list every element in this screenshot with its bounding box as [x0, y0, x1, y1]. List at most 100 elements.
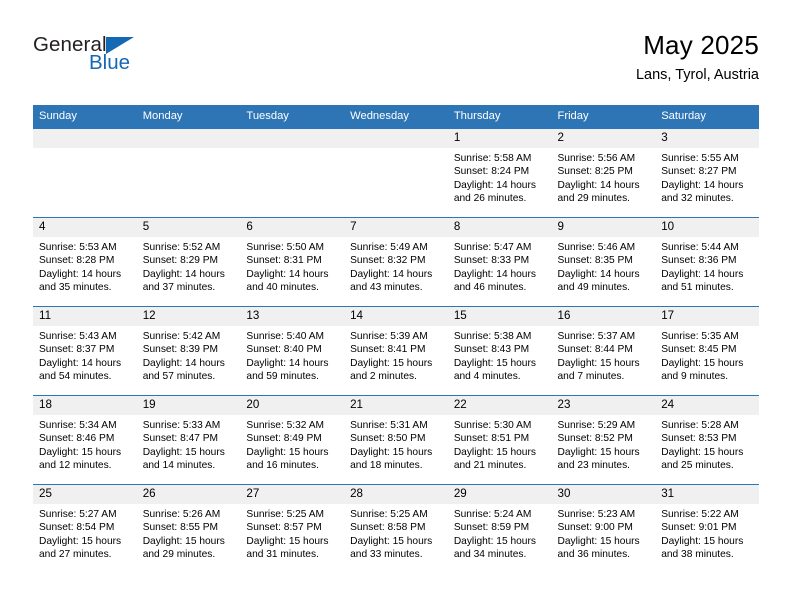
- day-number: [136, 129, 241, 148]
- daylight-text-line1: Daylight: 14 hours: [661, 179, 744, 191]
- daylight-text-line2: and 33 minutes.: [350, 549, 423, 561]
- calendar-day-cell[interactable]: 26 Sunrise: 5:26 AM Sunset: 8:55 PM Dayligh…: [136, 484, 241, 573]
- day-details: Sunrise: 5:40 AM Sunset: 8:40 PM Daylight:…: [240, 326, 344, 384]
- day-details: Sunrise: 5:52 AM Sunset: 8:29 PM Daylight:…: [137, 237, 241, 295]
- sunset-text: Sunset: 9:01 PM: [661, 522, 737, 534]
- calendar-day-cell-empty: [344, 128, 448, 218]
- calendar-day-cell[interactable]: 2 Sunrise: 5:56 AM Sunset: 8:25 PM Daylight…: [551, 128, 656, 218]
- daylight-text-line2: and 27 minutes.: [39, 549, 112, 561]
- daylight-text-line2: and 14 minutes.: [142, 460, 216, 472]
- sunrise-text: Sunrise: 5:58 AM: [453, 153, 532, 164]
- daylight-text-line1: Daylight: 14 hours: [142, 357, 225, 369]
- calendar-day-cell[interactable]: 23 Sunrise: 5:29 AM Sunset: 8:52 PM Dayligh…: [551, 395, 656, 485]
- calendar-day-cell-empty: [240, 128, 345, 218]
- calendar-week-row: 4 Sunrise: 5:53 AM Sunset: 8:28 PM Daylight…: [33, 217, 759, 307]
- calendar-day-cell[interactable]: 28 Sunrise: 5:25 AM Sunset: 8:58 PM Dayligh…: [344, 484, 448, 573]
- day-number: 24: [655, 396, 759, 415]
- sunrise-text: Sunrise: 5:40 AM: [246, 331, 324, 342]
- calendar-day-cell[interactable]: 12 Sunrise: 5:42 AM Sunset: 8:39 PM Dayligh…: [136, 306, 241, 396]
- daylight-text-line2: and 34 minutes.: [453, 549, 527, 561]
- calendar-day-cell[interactable]: 29 Sunrise: 5:24 AM Sunset: 8:59 PM Dayligh…: [447, 484, 552, 573]
- general-blue-logo[interactable]: General Blue: [33, 34, 233, 84]
- calendar-day-cell[interactable]: 27 Sunrise: 5:25 AM Sunset: 8:57 PM Dayligh…: [240, 484, 345, 573]
- calendar-day-cell[interactable]: 22 Sunrise: 5:30 AM Sunset: 8:51 PM Dayligh…: [447, 395, 552, 485]
- sunset-text: Sunset: 8:29 PM: [142, 255, 219, 267]
- sunset-text: Sunset: 8:43 PM: [453, 344, 530, 356]
- calendar-day-cell[interactable]: 14 Sunrise: 5:39 AM Sunset: 8:41 PM Dayligh…: [344, 306, 448, 396]
- calendar-day-cell[interactable]: 24 Sunrise: 5:28 AM Sunset: 8:53 PM Dayligh…: [655, 395, 759, 485]
- sunrise-text: Sunrise: 5:42 AM: [142, 331, 221, 342]
- calendar-day-cell[interactable]: 13 Sunrise: 5:40 AM Sunset: 8:40 PM Dayligh…: [240, 306, 345, 396]
- sunrise-text: Sunrise: 5:44 AM: [661, 242, 739, 253]
- day-details: Sunrise: 5:32 AM Sunset: 8:49 PM Daylight:…: [240, 415, 344, 473]
- daylight-text-line1: Daylight: 15 hours: [661, 357, 744, 369]
- day-number: 28: [344, 485, 448, 504]
- calendar-day-cell[interactable]: 10 Sunrise: 5:44 AM Sunset: 8:36 PM Dayligh…: [655, 217, 759, 307]
- calendar-day-cell[interactable]: 6 Sunrise: 5:50 AM Sunset: 8:31 PM Daylight…: [240, 217, 345, 307]
- daylight-text-line1: Daylight: 15 hours: [350, 446, 433, 458]
- title-block: May 2025 Lans, Tyrol, Austria: [636, 30, 759, 84]
- daylight-text-line1: Daylight: 15 hours: [661, 535, 744, 547]
- day-number: 21: [344, 396, 448, 415]
- day-number: 27: [240, 485, 345, 504]
- calendar-week-row: 1 Sunrise: 5:58 AM Sunset: 8:24 PM Daylight…: [33, 128, 759, 218]
- sunrise-text: Sunrise: 5:29 AM: [557, 420, 636, 431]
- daylight-text-line2: and 57 minutes.: [142, 371, 216, 383]
- daylight-text-line2: and 32 minutes.: [661, 193, 734, 205]
- sunset-text: Sunset: 8:31 PM: [246, 255, 322, 267]
- day-number: [33, 129, 137, 148]
- sunset-text: Sunset: 8:37 PM: [39, 344, 115, 356]
- calendar-day-cell[interactable]: 9 Sunrise: 5:46 AM Sunset: 8:35 PM Daylight…: [551, 217, 656, 307]
- calendar-day-cell[interactable]: 5 Sunrise: 5:52 AM Sunset: 8:29 PM Daylight…: [136, 217, 241, 307]
- day-number: 15: [447, 307, 552, 326]
- day-details: Sunrise: 5:44 AM Sunset: 8:36 PM Daylight:…: [655, 237, 759, 295]
- calendar-day-cell[interactable]: 21 Sunrise: 5:31 AM Sunset: 8:50 PM Dayligh…: [344, 395, 448, 485]
- calendar-day-cell[interactable]: 25 Sunrise: 5:27 AM Sunset: 8:54 PM Dayligh…: [33, 484, 137, 573]
- day-number: 30: [551, 485, 656, 504]
- calendar-day-cell[interactable]: 7 Sunrise: 5:49 AM Sunset: 8:32 PM Daylight…: [344, 217, 448, 307]
- daylight-text-line2: and 59 minutes.: [246, 371, 319, 383]
- daylight-text-line1: Daylight: 14 hours: [453, 268, 536, 280]
- daylight-text-line1: Daylight: 14 hours: [557, 179, 640, 191]
- calendar-day-cell-empty: [33, 128, 137, 218]
- day-number: 29: [447, 485, 552, 504]
- day-number: 5: [136, 218, 241, 237]
- calendar-day-cell[interactable]: 16 Sunrise: 5:37 AM Sunset: 8:44 PM Dayligh…: [551, 306, 656, 396]
- daylight-text-line1: Daylight: 15 hours: [246, 446, 329, 458]
- calendar-table: Sunday Monday Tuesday Wednesday Thursday…: [33, 105, 759, 573]
- sunset-text: Sunset: 8:47 PM: [142, 433, 219, 445]
- calendar-day-cell[interactable]: 18 Sunrise: 5:34 AM Sunset: 8:46 PM Dayligh…: [33, 395, 137, 485]
- calendar-day-cell[interactable]: 3 Sunrise: 5:55 AM Sunset: 8:27 PM Daylight…: [655, 128, 759, 218]
- calendar-day-cell[interactable]: 11 Sunrise: 5:43 AM Sunset: 8:37 PM Dayligh…: [33, 306, 137, 396]
- daylight-text-line2: and 7 minutes.: [557, 371, 625, 383]
- calendar-day-cell[interactable]: 30 Sunrise: 5:23 AM Sunset: 9:00 PM Dayligh…: [551, 484, 656, 573]
- day-details: Sunrise: 5:37 AM Sunset: 8:44 PM Daylight:…: [552, 326, 656, 384]
- day-number: 2: [551, 129, 656, 148]
- day-number: 1: [447, 129, 552, 148]
- day-number: 14: [344, 307, 448, 326]
- weekday-sunday: Sunday: [33, 105, 137, 129]
- calendar-day-cell[interactable]: 19 Sunrise: 5:33 AM Sunset: 8:47 PM Dayligh…: [136, 395, 241, 485]
- calendar-body: 1 Sunrise: 5:58 AM Sunset: 8:24 PM Daylight…: [33, 128, 759, 573]
- calendar-day-cell[interactable]: 31 Sunrise: 5:22 AM Sunset: 9:01 PM Dayligh…: [655, 484, 759, 573]
- daylight-text-line2: and 40 minutes.: [246, 282, 319, 294]
- sunrise-text: Sunrise: 5:35 AM: [661, 331, 739, 342]
- sunrise-text: Sunrise: 5:32 AM: [246, 420, 324, 431]
- calendar-day-cell[interactable]: 15 Sunrise: 5:38 AM Sunset: 8:43 PM Dayligh…: [447, 306, 552, 396]
- day-details: Sunrise: 5:31 AM Sunset: 8:50 PM Daylight:…: [344, 415, 448, 473]
- sunset-text: Sunset: 8:28 PM: [39, 255, 115, 267]
- calendar-day-cell[interactable]: 20 Sunrise: 5:32 AM Sunset: 8:49 PM Dayligh…: [240, 395, 345, 485]
- sunrise-text: Sunrise: 5:46 AM: [557, 242, 636, 253]
- day-number: 18: [33, 396, 137, 415]
- calendar-day-cell[interactable]: 1 Sunrise: 5:58 AM Sunset: 8:24 PM Daylight…: [447, 128, 552, 218]
- sunrise-text: Sunrise: 5:37 AM: [557, 331, 636, 342]
- calendar-day-cell[interactable]: 8 Sunrise: 5:47 AM Sunset: 8:33 PM Daylight…: [447, 217, 552, 307]
- day-number: 17: [655, 307, 759, 326]
- daylight-text-line2: and 49 minutes.: [557, 282, 631, 294]
- day-number: 9: [551, 218, 656, 237]
- calendar-day-cell[interactable]: 17 Sunrise: 5:35 AM Sunset: 8:45 PM Dayligh…: [655, 306, 759, 396]
- calendar-day-cell[interactable]: 4 Sunrise: 5:53 AM Sunset: 8:28 PM Daylight…: [33, 217, 137, 307]
- daylight-text-line1: Daylight: 14 hours: [246, 357, 329, 369]
- sunrise-text: Sunrise: 5:26 AM: [142, 509, 221, 520]
- calendar-week-row: 25 Sunrise: 5:27 AM Sunset: 8:54 PM Dayligh…: [33, 484, 759, 573]
